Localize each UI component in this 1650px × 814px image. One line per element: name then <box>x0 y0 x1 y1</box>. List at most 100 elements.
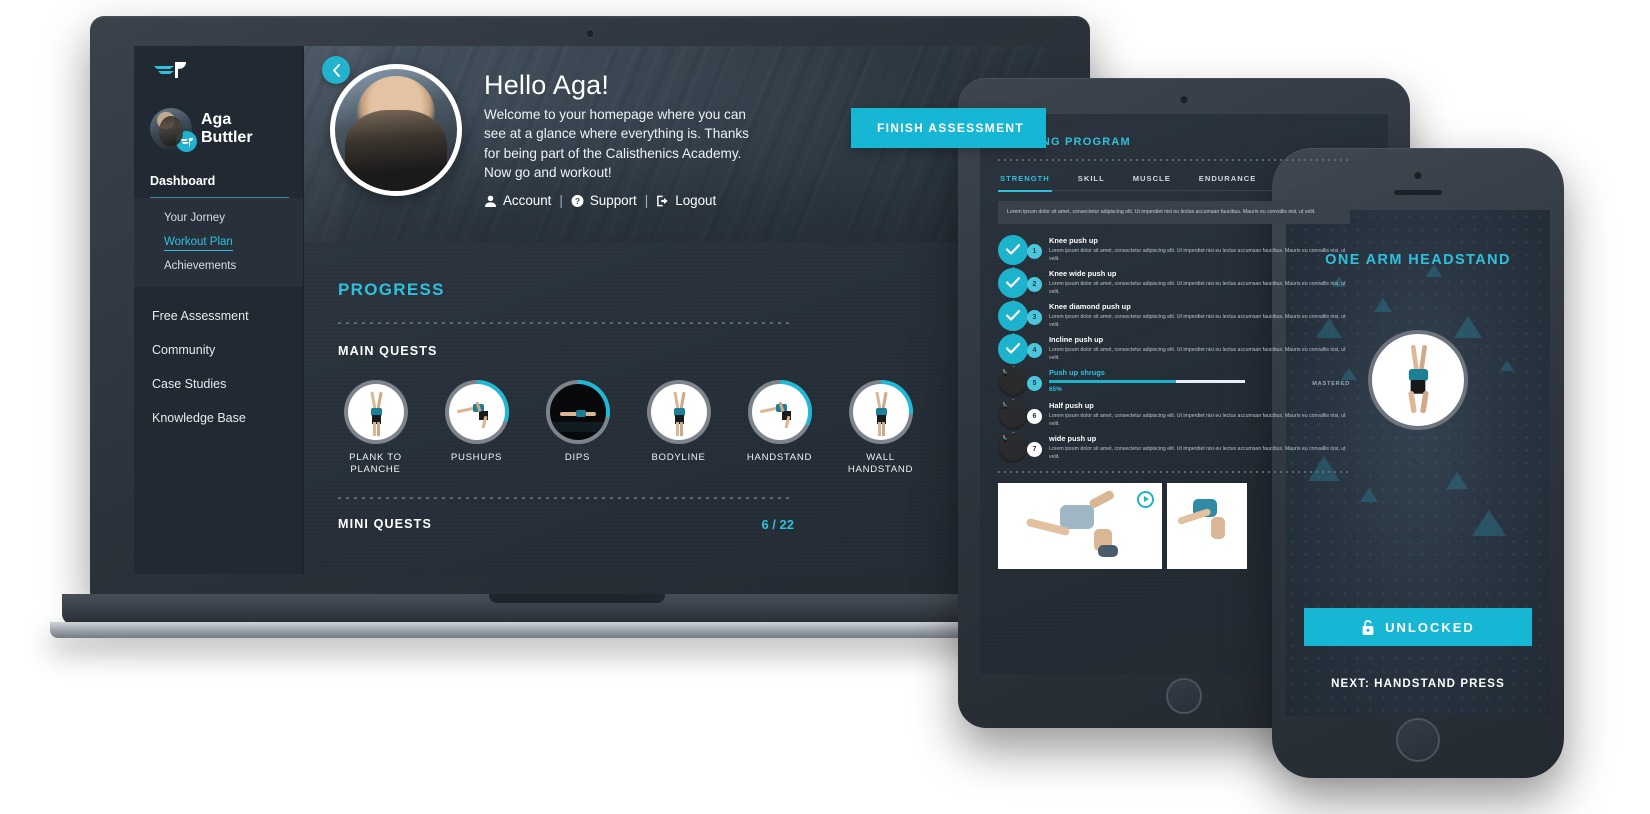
user-icon <box>484 195 497 207</box>
hero-links: Account | ? Support | Logout <box>484 193 752 208</box>
sidebar-section-dashboard: Dashboard <box>150 174 289 198</box>
sidebar-subitem-label: Workout Plan <box>164 236 233 251</box>
unlock-icon <box>1362 619 1374 635</box>
sidebar-item-case-studies[interactable]: Case Studies <box>134 367 303 401</box>
hero-separator: | <box>644 193 649 209</box>
quest-item[interactable]: WALL HANDSTAND <box>843 380 918 477</box>
laptop-foot <box>50 622 1104 638</box>
hero-separator: | <box>559 193 563 209</box>
training-program-title: TRAINING PROGRAM <box>998 136 1131 148</box>
quest-ring <box>545 380 610 444</box>
check-icon <box>1006 244 1020 255</box>
exercise-row[interactable]: 3 Knee diamond push up Lorem ipsum dolor… <box>998 300 1350 336</box>
video-thumbnails <box>998 482 1388 569</box>
sidebar-user-name: Aga Buttler <box>201 111 253 147</box>
support-link[interactable]: ? Support <box>571 193 637 208</box>
sidebar-user[interactable]: Aga Buttler <box>134 90 303 154</box>
quest-label: BODYLINE <box>651 452 706 463</box>
laptop-device: Aga Buttler Dashboard Your Jorney Workou… <box>50 16 1104 656</box>
quest-item[interactable]: DIPS <box>540 380 615 477</box>
back-button[interactable] <box>322 56 350 84</box>
sidebar-item-workout-plan[interactable]: Workout Plan <box>134 230 303 254</box>
hero-banner: Hello Aga! Welcome to your homepage wher… <box>304 46 1046 242</box>
exercise-thumb-icon <box>1003 434 1007 443</box>
program-intro-text: Lorem ipsum dolor sit amet, consectetur … <box>998 201 1350 224</box>
avatar-badge <box>176 131 197 152</box>
exercise-body: Half push up Lorem ipsum dolor sit amet,… <box>1049 400 1350 429</box>
unlocked-button[interactable]: UNLOCKED <box>1304 608 1532 646</box>
quest-label: PUSHUPS <box>450 452 503 463</box>
brand-logo-wrap[interactable] <box>134 46 303 90</box>
exercise-row-current[interactable]: 5 Push up shrugs 65% MASTERED <box>998 366 1350 402</box>
quest-item[interactable]: PLANK TO PLANCHE <box>338 380 413 477</box>
one-arm-headstand-figure-icon <box>1408 345 1429 414</box>
category-tabs: STRENGTH SKILL MUSCLE ENDURANCE <box>998 170 1350 191</box>
exercise-body: Knee diamond push up Lorem ipsum dolor s… <box>1049 301 1350 330</box>
tab-skill[interactable]: SKILL <box>1076 170 1107 190</box>
avatar <box>150 108 197 152</box>
quest-photo <box>751 384 808 440</box>
progress-section: PROGRESS MAIN QUESTS PLANK TO PLANCHE PU… <box>304 242 1046 574</box>
quest-item[interactable]: BODYLINE <box>641 380 716 477</box>
exercise-body: Incline push up Lorem ipsum dolor sit am… <box>1049 334 1350 363</box>
video-thumbnail-side[interactable] <box>1167 482 1247 569</box>
exercise-node-complete <box>998 267 1028 298</box>
quest-ring <box>343 380 408 444</box>
exercise-node-wrap: 4 <box>998 333 1042 369</box>
logout-link-label: Logout <box>675 193 717 209</box>
quest-ring <box>747 380 812 444</box>
decor-triangle-icon <box>1500 360 1514 371</box>
decor-triangle-icon <box>1446 472 1468 489</box>
exercise-row[interactable]: 7 wide push up Lorem ipsum dolor sit ame… <box>998 432 1350 463</box>
exercise-node-complete <box>998 234 1028 265</box>
decor-triangle-icon <box>1374 298 1392 312</box>
exercise-node-current <box>998 366 1028 397</box>
phone-skill-photo <box>1368 330 1468 430</box>
exercise-number: 5 <box>1027 375 1042 391</box>
divider <box>998 159 1348 161</box>
sidebar: Aga Buttler Dashboard Your Jorney Workou… <box>134 46 304 574</box>
hero-welcome-text: Welcome to your homepage where you can s… <box>484 107 749 180</box>
quest-label: WALL HANDSTAND <box>847 452 914 476</box>
exercise-desc: Lorem ipsum dolor sit amet, consectetur … <box>1049 412 1346 428</box>
sidebar-item-your-jorney[interactable]: Your Jorney <box>134 206 303 230</box>
account-link[interactable]: Account <box>484 193 551 208</box>
tab-muscle[interactable]: MUSCLE <box>1131 170 1173 190</box>
exercise-row[interactable]: 6 Half push up Lorem ipsum dolor sit ame… <box>998 399 1350 435</box>
sidebar-item-knowledge-base[interactable]: Knowledge Base <box>134 401 303 435</box>
exercise-thumb-icon <box>1003 368 1007 377</box>
exercise-node-wrap: 3 <box>998 300 1042 336</box>
handstand-figure-icon <box>874 391 888 436</box>
exercise-node-wrap: 6 <box>998 399 1042 435</box>
quest-item[interactable]: HANDSTAND <box>742 380 817 477</box>
exercise-thumb-icon <box>1003 401 1007 410</box>
tablet-home-button[interactable] <box>1166 678 1202 714</box>
finish-assessment-button[interactable]: FINISH ASSESSMENT <box>850 108 1046 148</box>
account-link-label: Account <box>503 193 552 209</box>
laptop-camera-icon <box>586 30 594 37</box>
unlocked-label: UNLOCKED <box>1385 619 1475 635</box>
quest-photo <box>549 384 606 440</box>
exercise-row[interactable]: 2 Knee wide push up Lorem ipsum dolor si… <box>998 267 1350 303</box>
play-button[interactable] <box>1137 490 1154 508</box>
support-link-label: Support <box>589 193 637 209</box>
exercise-node-wrap: 1 <box>998 234 1042 270</box>
exercise-desc: Lorem ipsum dolor sit amet, consectetur … <box>1049 445 1346 461</box>
exercise-title: Knee wide push up <box>1049 268 1117 278</box>
tab-endurance[interactable]: ENDURANCE <box>1197 170 1259 190</box>
phone-home-button[interactable] <box>1396 718 1440 762</box>
exercise-node-locked <box>998 432 1028 463</box>
exercise-title: wide push up <box>1049 433 1097 443</box>
exercise-row[interactable]: 4 Incline push up Lorem ipsum dolor sit … <box>998 333 1350 369</box>
sidebar-item-community[interactable]: Community <box>134 333 303 367</box>
sidebar-item-achievements[interactable]: Achievements <box>134 254 303 278</box>
exercise-body: Push up shrugs 65% <box>1049 367 1350 393</box>
quest-item[interactable]: PUSHUPS <box>439 380 514 477</box>
sidebar-item-free-assessment[interactable]: Free Assessment <box>134 299 303 333</box>
check-icon <box>1006 343 1020 354</box>
exercise-list: 1 Knee push up Lorem ipsum dolor sit ame… <box>998 234 1350 463</box>
video-thumbnail-main[interactable] <box>998 482 1162 569</box>
exercise-desc: Lorem ipsum dolor sit amet, consectetur … <box>1049 313 1346 329</box>
exercise-title: Knee push up <box>1049 235 1098 245</box>
logout-link[interactable]: Logout <box>656 193 716 208</box>
